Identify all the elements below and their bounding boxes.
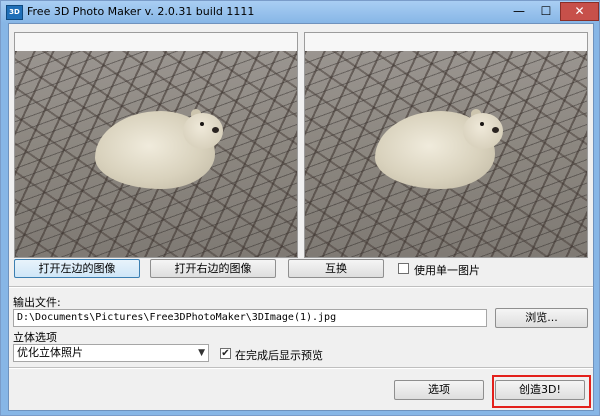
titlebar[interactable]: 3D Free 3D Photo Maker v. 2.0.31 build 1… xyxy=(1,1,599,23)
single-image-checkbox[interactable] xyxy=(398,263,409,274)
left-image-preview xyxy=(14,32,298,258)
animal-nose xyxy=(212,127,219,133)
right-image-preview xyxy=(304,32,588,258)
window-title: Free 3D Photo Maker v. 2.0.31 build 1111 xyxy=(27,5,255,18)
show-preview-checkbox[interactable]: ✔ xyxy=(220,348,231,359)
right-photo xyxy=(305,51,587,257)
highlight-box xyxy=(492,375,591,408)
app-window: 3D Free 3D Photo Maker v. 2.0.31 build 1… xyxy=(0,0,600,416)
minimize-icon[interactable]: — xyxy=(506,2,532,20)
swap-button[interactable]: 互换 xyxy=(288,259,384,278)
maximize-icon[interactable]: ☐ xyxy=(533,2,559,20)
options-button[interactable]: 选项 xyxy=(394,380,484,400)
output-file-label: 输出文件: xyxy=(13,296,61,309)
preview-header-band xyxy=(15,33,297,52)
close-icon[interactable]: ✕ xyxy=(560,2,599,21)
show-preview-label: 在完成后显示预览 xyxy=(235,349,323,362)
animal-nose xyxy=(492,127,499,133)
stereo-options-select[interactable]: 优化立体照片 ▼ xyxy=(13,344,209,362)
chevron-down-icon: ▼ xyxy=(198,348,205,358)
single-image-label: 使用单一图片 xyxy=(414,264,480,277)
animal-eye xyxy=(200,122,204,126)
preview-header-band xyxy=(305,33,587,52)
animal-eye xyxy=(480,122,484,126)
separator xyxy=(9,286,593,288)
output-path-input[interactable]: D:\Documents\Pictures\Free3DPhotoMaker\3… xyxy=(13,309,487,327)
app-icon: 3D xyxy=(6,5,23,20)
separator xyxy=(9,367,593,369)
open-left-image-button[interactable]: 打开左边的图像 xyxy=(14,259,140,278)
left-photo xyxy=(15,51,297,257)
stereo-options-value: 优化立体照片 xyxy=(17,346,83,359)
stereo-options-label: 立体选项 xyxy=(13,331,57,344)
open-right-image-button[interactable]: 打开右边的图像 xyxy=(150,259,276,278)
browse-button[interactable]: 浏览... xyxy=(495,308,588,328)
main-panel: 打开左边的图像 打开右边的图像 互换 使用单一图片 输出文件: D:\Docum… xyxy=(8,23,594,411)
